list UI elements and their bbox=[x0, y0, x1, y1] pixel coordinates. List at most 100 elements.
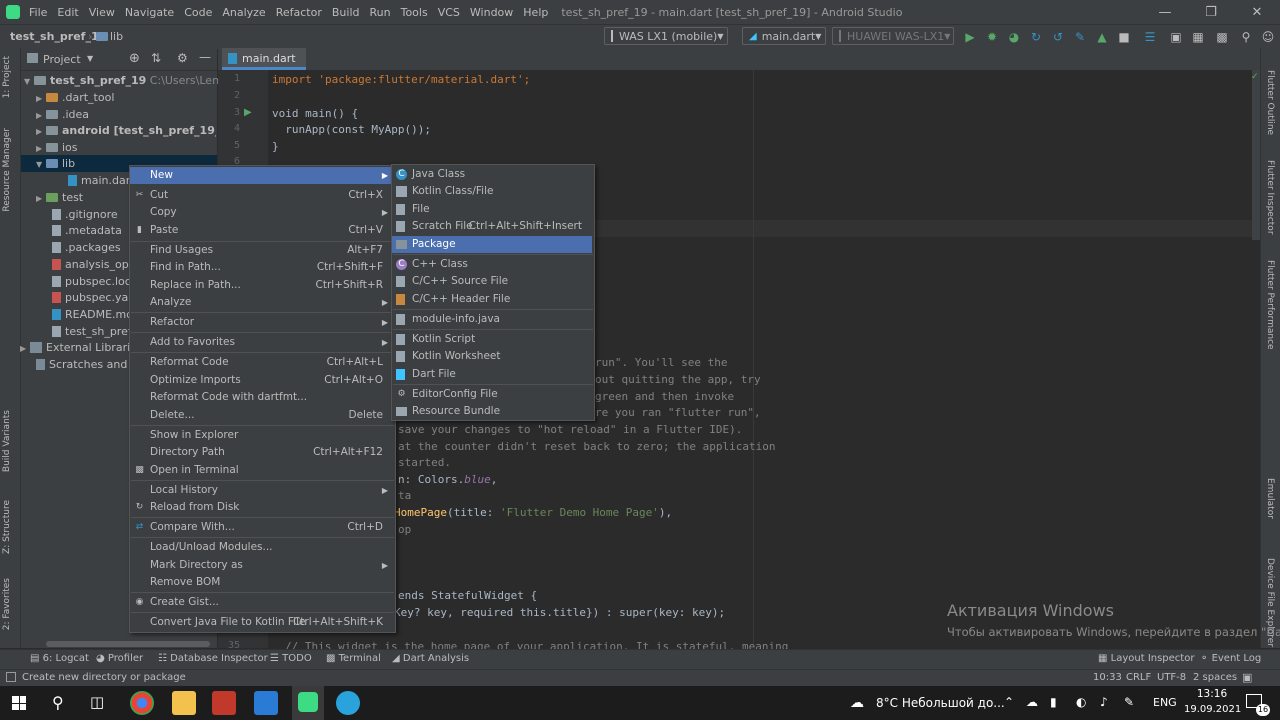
menu-item-replace-in-path[interactable]: Replace in Path... Ctrl+Shift+R bbox=[130, 277, 393, 294]
menu-vcs[interactable]: VCS bbox=[433, 6, 465, 19]
submenu-item-package[interactable]: Package bbox=[392, 236, 592, 253]
tab-structure[interactable]: Z: Structure bbox=[2, 500, 12, 554]
onedrive-icon[interactable]: ☁ bbox=[1026, 695, 1038, 709]
menu-item-delete[interactable]: Delete... Delete bbox=[130, 407, 393, 424]
android-icon[interactable]: ▲ bbox=[1094, 29, 1110, 45]
menu-refactor[interactable]: Refactor bbox=[271, 6, 327, 19]
android-studio-taskbar-icon[interactable] bbox=[292, 686, 324, 720]
close-button[interactable]: ✕ bbox=[1234, 0, 1280, 24]
menu-item-copy[interactable]: Copy ▶ bbox=[130, 204, 393, 221]
maximize-button[interactable]: ❐ bbox=[1188, 0, 1234, 24]
telegram-icon[interactable] bbox=[336, 691, 360, 715]
lock-icon[interactable]: ▣ bbox=[1242, 671, 1252, 684]
jetbrains-icon[interactable] bbox=[212, 691, 236, 715]
menu-item-reformat-code[interactable]: Reformat Code Ctrl+Alt+L bbox=[130, 354, 393, 371]
submenu-item-kotlin-class[interactable]: Kotlin Class/File bbox=[392, 183, 592, 200]
tree-item[interactable]: ▶ External Libraries bbox=[20, 339, 143, 356]
menu-item-directory-path[interactable]: Directory Path Ctrl+Alt+F12 bbox=[130, 444, 393, 461]
search-icon[interactable]: ⚲ bbox=[1238, 29, 1254, 45]
submenu-item-module-info[interactable]: module-info.java bbox=[392, 311, 592, 328]
run-config-selector[interactable]: ◢ main.dart ▼ bbox=[742, 27, 826, 45]
submenu-item-scratch-file[interactable]: Scratch File Ctrl+Alt+Shift+Insert bbox=[392, 218, 592, 235]
vscode-icon[interactable] bbox=[254, 691, 278, 715]
tree-item[interactable]: .packages bbox=[52, 239, 121, 256]
attach-debugger-icon[interactable]: ✎ bbox=[1072, 29, 1088, 45]
tree-item[interactable]: main.dart bbox=[68, 172, 135, 189]
submenu-item-resource-bundle[interactable]: Resource Bundle bbox=[392, 403, 592, 420]
tab-terminal[interactable]: ▩ Terminal bbox=[326, 653, 381, 664]
menu-run[interactable]: Run bbox=[365, 6, 396, 19]
tab-profiler[interactable]: ◕ Profiler bbox=[96, 653, 143, 664]
line-separator[interactable]: CRLF bbox=[1126, 672, 1151, 683]
tab-event-log[interactable]: ⚬ Event Log bbox=[1200, 653, 1261, 664]
menu-item-paste[interactable]: ▮ Paste Ctrl+V bbox=[130, 222, 393, 239]
search-icon[interactable]: ⚲ bbox=[52, 693, 64, 712]
breadcrumb-lib[interactable]: lib bbox=[110, 30, 123, 43]
project-view-label[interactable]: Project bbox=[43, 53, 81, 66]
profile-icon[interactable]: ◕ bbox=[1006, 29, 1022, 45]
menu-item-local-history[interactable]: Local History ▶ bbox=[130, 482, 393, 499]
language-indicator[interactable]: ENG bbox=[1153, 696, 1177, 709]
tree-item[interactable]: ▶ ios bbox=[36, 139, 78, 156]
menu-item-load-unload-modules[interactable]: Load/Unload Modules... bbox=[130, 539, 393, 556]
clock-time[interactable]: 13:16 bbox=[1192, 688, 1232, 700]
menu-build[interactable]: Build bbox=[327, 6, 365, 19]
menu-item-cut[interactable]: ✂ Cut Ctrl+X bbox=[130, 187, 393, 204]
menu-item-convert-java-to-kotlin[interactable]: Convert Java File to Kotlin File Ctrl+Alt… bbox=[130, 614, 393, 631]
tab-project[interactable]: 1: Project bbox=[2, 56, 12, 98]
menu-view[interactable]: View bbox=[84, 6, 120, 19]
menu-item-reformat-dartfmt[interactable]: Reformat Code with dartfmt... bbox=[130, 389, 393, 406]
tab-emulator[interactable]: Emulator bbox=[1265, 478, 1275, 519]
tab-layout-inspector[interactable]: ▦ Layout Inspector bbox=[1098, 653, 1194, 664]
status-toggle-icon[interactable] bbox=[6, 672, 16, 682]
chrome-icon[interactable] bbox=[130, 691, 154, 715]
volume-icon[interactable]: ♪ bbox=[1100, 695, 1108, 709]
menu-code[interactable]: Code bbox=[179, 6, 217, 19]
menu-item-find-in-path[interactable]: Find in Path... Ctrl+Shift+F bbox=[130, 259, 393, 276]
file-explorer-icon[interactable] bbox=[172, 691, 196, 715]
menu-item-remove-bom[interactable]: Remove BOM bbox=[130, 574, 393, 591]
menu-navigate[interactable]: Navigate bbox=[120, 6, 179, 19]
clock-date[interactable]: 19.09.2021 bbox=[1184, 704, 1241, 715]
debug-icon[interactable]: ✹ bbox=[984, 29, 1000, 45]
locate-icon[interactable]: ⊕ bbox=[129, 51, 140, 66]
menu-item-show-in-explorer[interactable]: Show in Explorer bbox=[130, 427, 393, 444]
tree-item[interactable]: ▶ test bbox=[36, 189, 83, 206]
menu-item-reload-from-disk[interactable]: ↻ Reload from Disk bbox=[130, 499, 393, 516]
menu-item-find-usages[interactable]: Find Usages Alt+F7 bbox=[130, 242, 393, 259]
apply-code-changes-icon[interactable]: ↺ bbox=[1050, 29, 1066, 45]
tab-flutter-inspector[interactable]: Flutter Inspector bbox=[1265, 160, 1275, 235]
submenu-item-kotlin-worksheet[interactable]: Kotlin Worksheet bbox=[392, 348, 592, 365]
submenu-item-cpp-source[interactable]: C/C++ Source File bbox=[392, 273, 592, 290]
menu-help[interactable]: Help bbox=[518, 6, 553, 19]
tree-item[interactable]: ▶ .dart_tool bbox=[36, 89, 114, 106]
caret-position[interactable]: 10:33 bbox=[1093, 672, 1122, 683]
tree-item[interactable]: README.md bbox=[52, 306, 133, 323]
horizontal-scrollbar[interactable] bbox=[46, 641, 210, 647]
menu-item-add-to-favorites[interactable]: Add to Favorites ▶ bbox=[130, 334, 393, 351]
sdk-manager-icon[interactable]: ▦ bbox=[1190, 29, 1206, 45]
menu-tools[interactable]: Tools bbox=[396, 6, 433, 19]
editor-scrollbar[interactable] bbox=[1252, 70, 1260, 240]
menu-item-mark-directory-as[interactable]: Mark Directory as ▶ bbox=[130, 557, 393, 574]
menu-item-open-in-terminal[interactable]: ▩ Open in Terminal bbox=[130, 462, 393, 479]
file-encoding[interactable]: UTF-8 bbox=[1157, 672, 1186, 683]
menu-item-compare-with[interactable]: ⇄ Compare With... Ctrl+D bbox=[130, 519, 393, 536]
tab-flutter-outline[interactable]: Flutter Outline bbox=[1265, 70, 1275, 135]
target-device-selector[interactable]: HUAWEI WAS-LX1 ▼ bbox=[832, 27, 954, 45]
project-structure-icon[interactable]: ▩ bbox=[1214, 29, 1230, 45]
tree-item[interactable]: pubspec.lock bbox=[52, 273, 137, 290]
tab-resource-manager[interactable]: Resource Manager bbox=[2, 128, 12, 212]
tab-main-dart[interactable]: main.dart bbox=[222, 48, 306, 70]
hide-panel-icon[interactable]: — bbox=[199, 50, 211, 64]
apply-changes-icon[interactable]: ↻ bbox=[1028, 29, 1044, 45]
tree-item[interactable]: ▶ android [test_sh_pref_19_android] bbox=[36, 122, 216, 139]
pen-icon[interactable]: ✎ bbox=[1124, 695, 1134, 709]
minimize-button[interactable]: — bbox=[1142, 0, 1188, 24]
device-manager-icon[interactable]: ▣ bbox=[1168, 29, 1184, 45]
submenu-item-cpp-class[interactable]: C C++ Class bbox=[392, 256, 592, 273]
tab-todo[interactable]: ☰ TODO bbox=[270, 653, 312, 664]
tree-item[interactable]: ▼ test_sh_pref_19 C:\Users\Lenovo\De bbox=[24, 72, 258, 89]
menu-item-refactor[interactable]: Refactor ▶ bbox=[130, 314, 393, 331]
submenu-item-file[interactable]: File bbox=[392, 201, 592, 218]
